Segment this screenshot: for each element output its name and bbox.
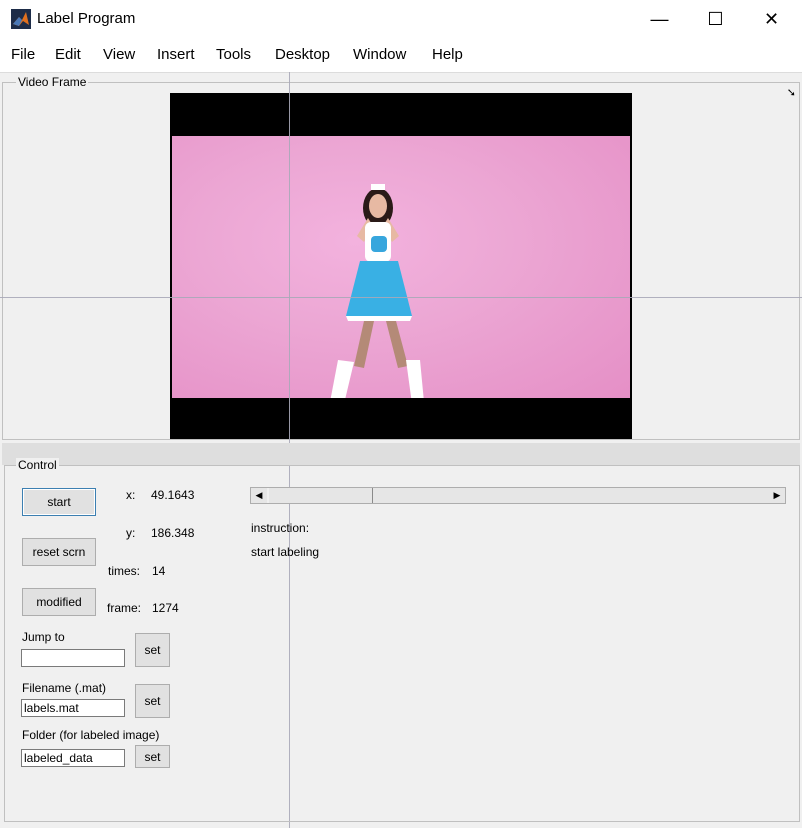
folder-label: Folder (for labeled image) — [22, 728, 160, 742]
menu-window[interactable]: Window — [353, 46, 406, 63]
y-label: y: — [126, 526, 136, 540]
instruction-label: instruction: — [251, 521, 310, 535]
title-bar: Label Program — ☐ ✕ — [0, 0, 802, 38]
minimize-button[interactable]: — — [631, 0, 688, 38]
window-title: Label Program — [37, 10, 136, 27]
jump-to-label: Jump to — [22, 630, 65, 644]
crosshair-horizontal — [0, 297, 802, 298]
video-frame[interactable] — [170, 93, 632, 439]
start-button[interactable]: start — [22, 488, 96, 516]
filename-label: Filename (.mat) — [22, 681, 107, 695]
x-value: 49.1643 — [151, 488, 195, 502]
filename-input[interactable]: labels.mat — [21, 699, 125, 717]
menu-bar: File Edit View Insert Tools Desktop Wind… — [0, 38, 802, 99]
frame-label: frame: — [107, 601, 142, 615]
times-label: times: — [108, 564, 141, 578]
menu-tools[interactable]: Tools — [216, 46, 251, 63]
folder-input[interactable]: labeled_data — [21, 749, 125, 767]
panel-divider — [2, 443, 800, 465]
reset-screen-button[interactable]: reset scrn — [22, 538, 96, 566]
control-panel — [4, 465, 800, 822]
slider-left-arrow-icon[interactable]: ◀ — [251, 488, 267, 503]
jump-to-input[interactable] — [21, 649, 125, 667]
dancer-figure — [330, 184, 424, 398]
x-label: x: — [126, 488, 136, 502]
instruction-text: start labeling — [251, 545, 320, 559]
slider-thumb[interactable] — [269, 488, 373, 503]
menu-desktop[interactable]: Desktop — [275, 46, 330, 63]
matlab-icon — [11, 9, 31, 29]
folder-set-button[interactable]: set — [135, 745, 170, 768]
times-value: 14 — [152, 564, 166, 578]
slider-right-arrow-icon[interactable]: ▶ — [769, 488, 785, 503]
menu-file[interactable]: File — [11, 46, 35, 63]
filename-set-button[interactable]: set — [135, 684, 170, 718]
frame-slider[interactable]: ◀ ▶ — [250, 487, 786, 504]
menu-edit[interactable]: Edit — [55, 46, 81, 63]
control-title: Control — [16, 458, 59, 472]
maximize-button[interactable]: ☐ — [687, 0, 744, 38]
jump-set-button[interactable]: set — [135, 633, 170, 667]
menu-insert[interactable]: Insert — [157, 46, 195, 63]
menu-view[interactable]: View — [103, 46, 135, 63]
close-button[interactable]: ✕ — [743, 0, 800, 38]
modified-button[interactable]: modified — [22, 588, 96, 616]
y-value: 186.348 — [151, 526, 195, 540]
video-frame-title: Video Frame — [16, 75, 89, 89]
frame-value: 1274 — [152, 601, 179, 615]
video-image — [172, 136, 630, 398]
menu-help[interactable]: Help — [432, 46, 463, 63]
